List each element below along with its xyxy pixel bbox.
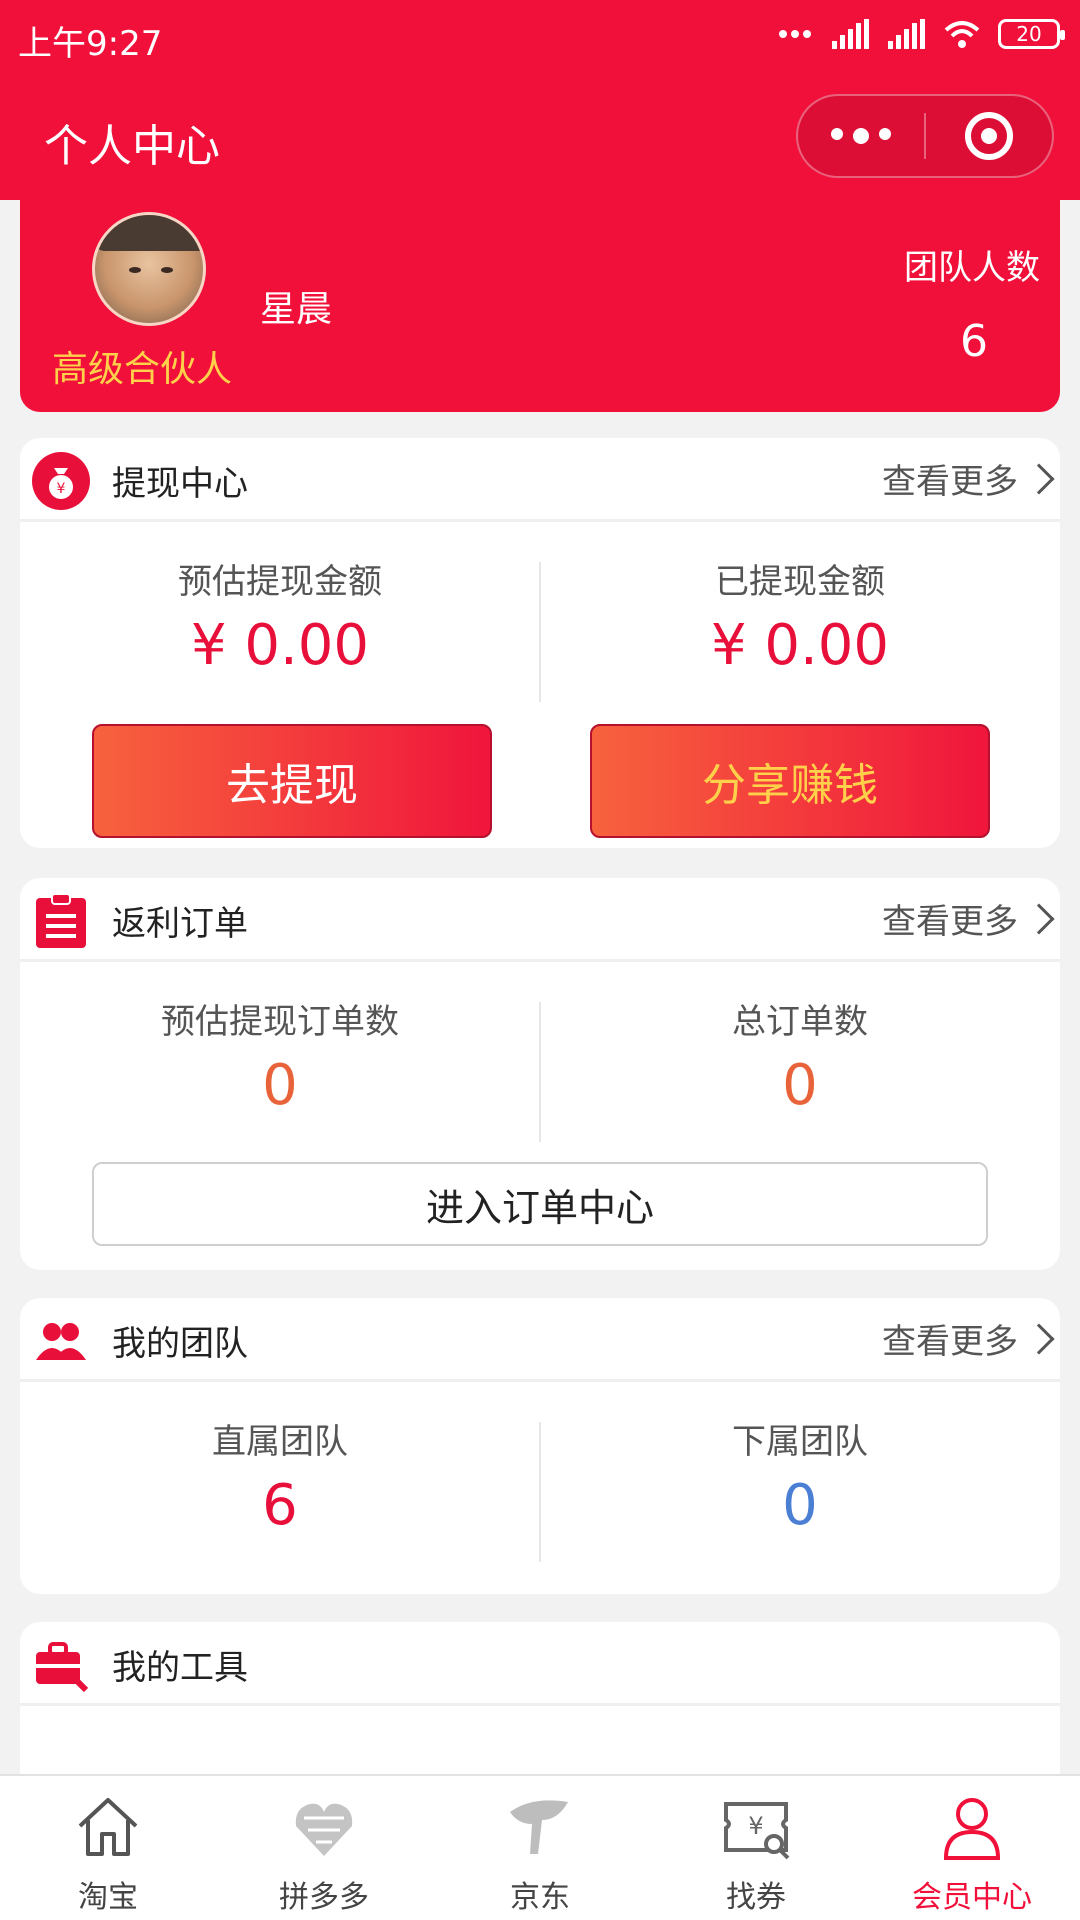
chevron-right-icon xyxy=(1023,1322,1055,1355)
bottom-tab-bar: 淘宝 拼多多 京东 ¥ 找券 会员中心 xyxy=(0,1774,1080,1920)
member-level: 高级合伙人 xyxy=(52,349,233,390)
direct-team-label: 直属团队 xyxy=(212,1422,348,1462)
signal-icon-2 xyxy=(888,19,925,49)
tools-card-title: 我的工具 xyxy=(112,1648,248,1688)
direct-team-value: 6 xyxy=(262,1473,298,1538)
tab-coupon[interactable]: ¥ 找券 xyxy=(648,1776,864,1920)
withdraw-stats: 预估提现金额 ¥ 0.00 已提现金额 ¥ 0.00 xyxy=(20,522,1060,702)
battery-icon: 20 xyxy=(998,19,1065,49)
estimated-withdraw-label: 预估提现金额 xyxy=(178,562,382,602)
team-count-value: 6 xyxy=(960,316,988,367)
team-icon xyxy=(32,1312,90,1370)
status-bar: 上午9:27 20 xyxy=(0,0,1080,76)
more-options-button[interactable] xyxy=(798,128,924,144)
tools-card: 我的工具 xyxy=(20,1622,1060,1782)
close-mini-program-button[interactable] xyxy=(926,112,1052,160)
toolbox-icon xyxy=(32,1636,90,1694)
more-label: 查看更多 xyxy=(882,462,1018,502)
user-icon xyxy=(943,1798,1001,1860)
tools-card-header: 我的工具 xyxy=(20,1622,1060,1706)
chevron-right-icon xyxy=(1023,902,1055,935)
tab-label: 会员中心 xyxy=(912,1880,1032,1915)
tab-label: 淘宝 xyxy=(78,1880,138,1915)
target-icon xyxy=(965,112,1013,160)
nav-bar: 个人中心 xyxy=(0,76,1080,200)
status-time: 上午9:27 xyxy=(18,24,163,64)
team-card: 我的团队 查看更多 直属团队 6 下属团队 0 xyxy=(20,1298,1060,1594)
estimated-withdraw-stat: 预估提现金额 ¥ 0.00 xyxy=(20,554,540,702)
total-orders-stat: 总订单数 0 xyxy=(540,994,1060,1142)
orders-stats: 预估提现订单数 0 总订单数 0 xyxy=(20,962,1060,1142)
team-stats: 直属团队 6 下属团队 0 xyxy=(20,1382,1060,1572)
withdrawn-value: ¥ 0.00 xyxy=(710,613,890,678)
signal-icon xyxy=(832,19,869,49)
home-icon xyxy=(78,1798,138,1856)
orders-card-header: 返利订单 查看更多 xyxy=(20,878,1060,962)
share-earn-button[interactable]: 分享赚钱 xyxy=(590,724,990,838)
more-label: 查看更多 xyxy=(882,1322,1018,1362)
orders-card-title: 返利订单 xyxy=(112,904,248,944)
svg-text:¥: ¥ xyxy=(748,1812,763,1840)
withdraw-card-title: 提现中心 xyxy=(112,464,248,504)
mini-program-capsule xyxy=(796,94,1054,178)
withdraw-card-header: ¥ 提现中心 查看更多 xyxy=(20,438,1060,522)
battery-level: 20 xyxy=(1016,22,1042,46)
tab-label: 拼多多 xyxy=(279,1880,369,1915)
clipboard-icon xyxy=(32,892,90,950)
money-bag-icon: ¥ xyxy=(32,452,90,510)
avatar[interactable] xyxy=(92,212,206,326)
estimated-withdraw-value: ¥ 0.00 xyxy=(190,613,370,678)
stats-divider xyxy=(539,562,541,702)
withdrawn-label: 已提现金额 xyxy=(715,562,885,602)
page-title: 个人中心 xyxy=(44,121,220,172)
sub-team-stat[interactable]: 下属团队 0 xyxy=(540,1414,1060,1572)
jd-icon xyxy=(510,1800,568,1854)
orders-more-link[interactable]: 查看更多 xyxy=(882,894,1055,943)
withdraw-more-link[interactable]: 查看更多 xyxy=(882,454,1055,503)
total-orders-value: 0 xyxy=(782,1053,818,1118)
pinduoduo-icon xyxy=(295,1803,353,1856)
coupon-search-icon: ¥ xyxy=(724,1802,790,1860)
tab-taobao[interactable]: 淘宝 xyxy=(0,1776,216,1920)
tab-label: 找券 xyxy=(726,1880,786,1915)
team-more-link[interactable]: 查看更多 xyxy=(882,1314,1055,1363)
estimated-orders-stat: 预估提现订单数 0 xyxy=(20,994,540,1142)
tab-label: 京东 xyxy=(510,1880,570,1915)
direct-team-stat[interactable]: 直属团队 6 xyxy=(20,1414,540,1572)
more-label: 查看更多 xyxy=(882,902,1018,942)
team-count-label: 团队人数 xyxy=(904,248,1040,288)
team-card-title: 我的团队 xyxy=(112,1324,248,1364)
username: 星晨 xyxy=(260,289,333,330)
withdrawn-stat: 已提现金额 ¥ 0.00 xyxy=(540,554,1060,702)
enter-order-center-button[interactable]: 进入订单中心 xyxy=(92,1162,988,1246)
status-icons: 20 xyxy=(778,18,1065,50)
stats-divider xyxy=(539,1422,541,1562)
sub-team-label: 下属团队 xyxy=(732,1422,868,1462)
tab-member-center[interactable]: 会员中心 xyxy=(864,1776,1080,1920)
team-card-header: 我的团队 查看更多 xyxy=(20,1298,1060,1382)
sub-team-value: 0 xyxy=(782,1473,818,1538)
withdraw-button[interactable]: 去提现 xyxy=(92,724,492,838)
tab-jd[interactable]: 京东 xyxy=(432,1776,648,1920)
wifi-icon xyxy=(944,21,980,48)
chevron-right-icon xyxy=(1023,462,1055,495)
estimated-orders-value: 0 xyxy=(262,1053,298,1118)
withdraw-card: ¥ 提现中心 查看更多 预估提现金额 ¥ 0.00 已提现金额 ¥ 0.00 去… xyxy=(20,438,1060,848)
profile-card: 星晨 高级合伙人 团队人数 6 xyxy=(20,200,1060,412)
dots-icon xyxy=(779,30,811,38)
svg-text:¥: ¥ xyxy=(57,481,66,497)
tab-pinduoduo[interactable]: 拼多多 xyxy=(216,1776,432,1920)
total-orders-label: 总订单数 xyxy=(732,1002,868,1042)
stats-divider xyxy=(539,1002,541,1142)
orders-card: 返利订单 查看更多 预估提现订单数 0 总订单数 0 进入订单中心 xyxy=(20,878,1060,1270)
estimated-orders-label: 预估提现订单数 xyxy=(161,1002,399,1042)
